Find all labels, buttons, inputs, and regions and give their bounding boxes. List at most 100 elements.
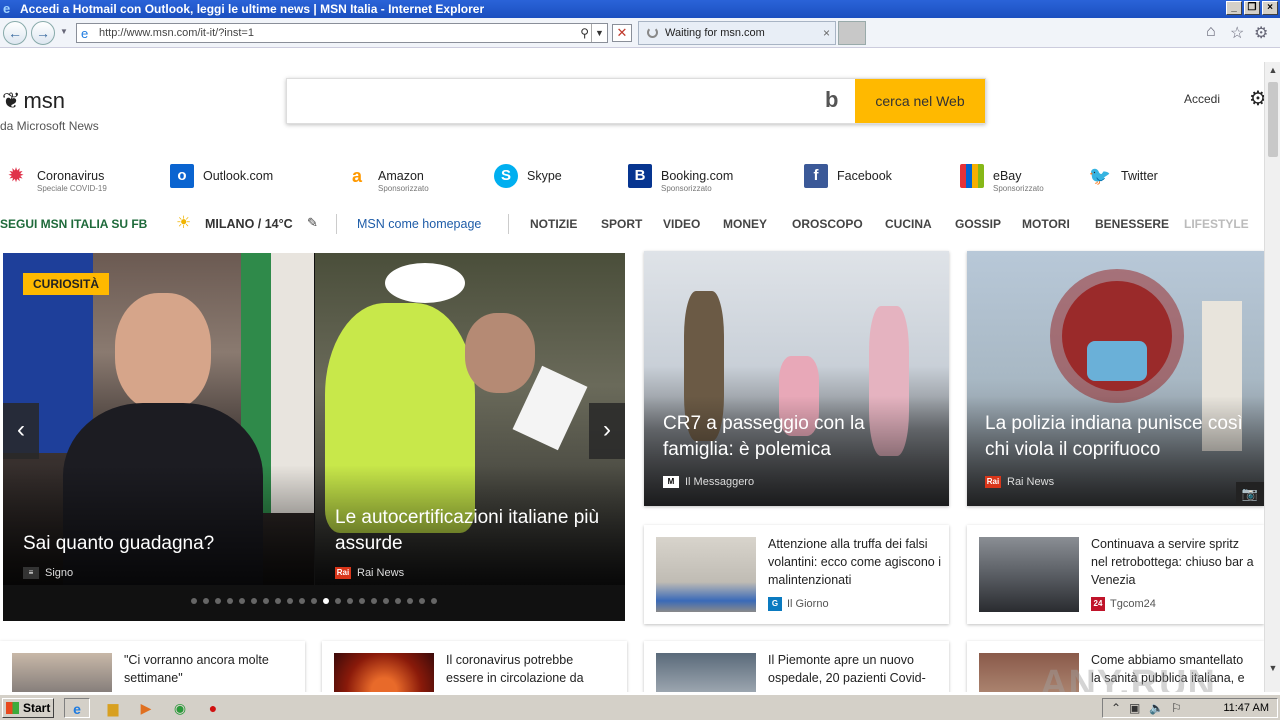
tab-close-icon[interactable]: ×: [823, 22, 830, 44]
quicklink-amazon[interactable]: a Amazon Sponsorizzato: [345, 164, 429, 193]
scroll-up-icon[interactable]: ▲: [1265, 62, 1280, 78]
windows-flag-icon: [6, 702, 19, 714]
news-card[interactable]: Continuava a servire spritz nel retrobot…: [967, 525, 1264, 624]
carousel-dot[interactable]: [323, 598, 329, 604]
address-dropdown-icon[interactable]: ▼: [591, 24, 607, 42]
quicklink-twitter[interactable]: 🐦 Twitter: [1088, 164, 1158, 188]
ie-taskbar-icon[interactable]: e: [64, 698, 90, 718]
home-icon[interactable]: ⌂: [1206, 23, 1216, 41]
carousel-dot[interactable]: [335, 598, 341, 604]
quicklink-skype[interactable]: S Skype: [494, 164, 562, 188]
quicklink-label: Amazon: [378, 169, 424, 183]
tools-icon[interactable]: ⚙: [1254, 23, 1268, 43]
featured-title-2: La polizia indiana punisce così chi viol…: [985, 413, 1243, 460]
rai-logo-icon: Rai: [985, 476, 1001, 488]
minimize-button[interactable]: _: [1226, 1, 1242, 15]
nav-gossip[interactable]: GOSSIP: [955, 217, 1001, 231]
explorer-folder-icon[interactable]: ▆: [100, 698, 126, 718]
quicklink-ebay[interactable]: eBay Sponsorizzato: [960, 164, 1044, 193]
carousel-dot[interactable]: [275, 598, 281, 604]
flag-notification-icon[interactable]: ⚐: [1171, 701, 1182, 715]
search-box[interactable]: b cerca nel Web: [286, 78, 986, 124]
carousel-dot[interactable]: [203, 598, 209, 604]
news-card[interactable]: Attenzione alla truffa dei falsi volanti…: [644, 525, 949, 624]
carousel-dot[interactable]: [419, 598, 425, 604]
start-button[interactable]: Start: [2, 698, 54, 718]
carousel-dot[interactable]: [407, 598, 413, 604]
carousel-dot[interactable]: [287, 598, 293, 604]
news-thumbnail: [12, 653, 112, 692]
homepage-link[interactable]: MSN come homepage: [357, 217, 481, 231]
booking-icon: B: [628, 164, 652, 188]
search-icon[interactable]: ⚲: [580, 24, 589, 42]
carousel-dot[interactable]: [311, 598, 317, 604]
quicklink-outlook[interactable]: o Outlook.com: [170, 164, 273, 188]
nav-cucina[interactable]: CUCINA: [885, 217, 932, 231]
back-button[interactable]: ←: [3, 21, 27, 45]
scroll-down-icon[interactable]: ▼: [1265, 660, 1280, 676]
follow-fb-link[interactable]: SEGUI MSN ITALIA SU FB: [0, 217, 147, 231]
hero-slide-2[interactable]: Le autocertificazioni italiane più assur…: [315, 253, 625, 585]
carousel-dot[interactable]: [431, 598, 437, 604]
address-bar[interactable]: e http://www.msn.com/it-it/?inst=1 ⚲ ▼: [76, 23, 608, 43]
close-button[interactable]: ×: [1262, 1, 1278, 15]
msn-logo[interactable]: ❦ msn: [2, 88, 65, 114]
carousel-dot[interactable]: [383, 598, 389, 604]
signin-link[interactable]: Accedi: [1184, 92, 1220, 106]
quicklink-label: eBay: [993, 169, 1022, 183]
news-card[interactable]: Il Piemonte apre un nuovo ospedale, 20 p…: [644, 641, 949, 692]
vertical-scrollbar[interactable]: ▲ ▼: [1264, 62, 1280, 692]
browser-tab[interactable]: Waiting for msn.com ×: [638, 21, 836, 45]
carousel-dot[interactable]: [263, 598, 269, 604]
nav-benessere[interactable]: BENESSERE: [1095, 217, 1169, 231]
skype-icon: S: [494, 164, 518, 188]
scroll-thumb[interactable]: [1268, 82, 1278, 157]
hero-slide-1[interactable]: CURIOSITÀ Sai quanto guadagna? ≡ Signo: [3, 253, 314, 585]
carousel-dot[interactable]: [299, 598, 305, 604]
nav-money[interactable]: MONEY: [723, 217, 767, 231]
nav-lifestyle[interactable]: LIFESTYLE: [1184, 217, 1249, 231]
featured-card-1[interactable]: CR7 a passeggio con la famiglia: è polem…: [644, 251, 949, 506]
quicklink-coronavirus[interactable]: ✹ Coronavirus Speciale COVID-19: [4, 164, 107, 193]
nav-video[interactable]: VIDEO: [663, 217, 700, 231]
news-card[interactable]: Il coronavirus potrebbe essere in circol…: [322, 641, 627, 692]
news-card[interactable]: "Ci vorranno ancora molte settimane": [0, 641, 305, 692]
carousel-dot[interactable]: [215, 598, 221, 604]
media-player-icon[interactable]: ▶: [133, 698, 159, 718]
search-button[interactable]: cerca nel Web: [855, 79, 985, 123]
carousel-dot[interactable]: [191, 598, 197, 604]
carousel-dot[interactable]: [359, 598, 365, 604]
volume-icon[interactable]: 🔈: [1149, 701, 1164, 715]
carousel-dot[interactable]: [251, 598, 257, 604]
start-label: Start: [23, 701, 51, 715]
edit-pencil-icon[interactable]: ✎: [307, 215, 318, 231]
tray-expand-icon[interactable]: ⌃: [1111, 701, 1121, 715]
restore-button[interactable]: ❐: [1244, 1, 1260, 15]
favorites-icon[interactable]: ☆: [1230, 23, 1244, 43]
quicklink-sub: Sponsorizzato: [661, 184, 712, 193]
nav-motori[interactable]: MOTORI: [1022, 217, 1070, 231]
network-icon[interactable]: ▣: [1129, 701, 1140, 715]
carousel-dot[interactable]: [371, 598, 377, 604]
quicklink-facebook[interactable]: f Facebook: [804, 164, 892, 188]
new-tab-button[interactable]: [838, 21, 866, 45]
carousel-dot[interactable]: [227, 598, 233, 604]
security-app-icon[interactable]: ●: [200, 698, 226, 718]
carousel-next-button[interactable]: ›: [589, 403, 625, 459]
settings-gear-icon[interactable]: ⚙: [1249, 86, 1264, 111]
weather-location[interactable]: MILANO / 14°C: [205, 217, 293, 231]
virus-icon: ✹: [7, 165, 25, 187]
stop-button[interactable]: ✕: [612, 24, 632, 42]
chrome-icon[interactable]: ◉: [167, 698, 193, 718]
nav-oroscopo[interactable]: OROSCOPO: [792, 217, 863, 231]
carousel-dot[interactable]: [239, 598, 245, 604]
nav-sport[interactable]: SPORT: [601, 217, 642, 231]
forward-button[interactable]: →: [31, 21, 55, 45]
carousel-dot[interactable]: [347, 598, 353, 604]
featured-card-2[interactable]: La polizia indiana punisce così chi viol…: [967, 251, 1264, 506]
carousel-dot[interactable]: [395, 598, 401, 604]
history-dropdown-icon[interactable]: ▼: [60, 27, 68, 36]
quicklink-booking[interactable]: B Booking.com Sponsorizzato: [628, 164, 733, 193]
nav-notizie[interactable]: NOTIZIE: [530, 217, 577, 231]
carousel-prev-button[interactable]: ‹: [3, 403, 39, 459]
